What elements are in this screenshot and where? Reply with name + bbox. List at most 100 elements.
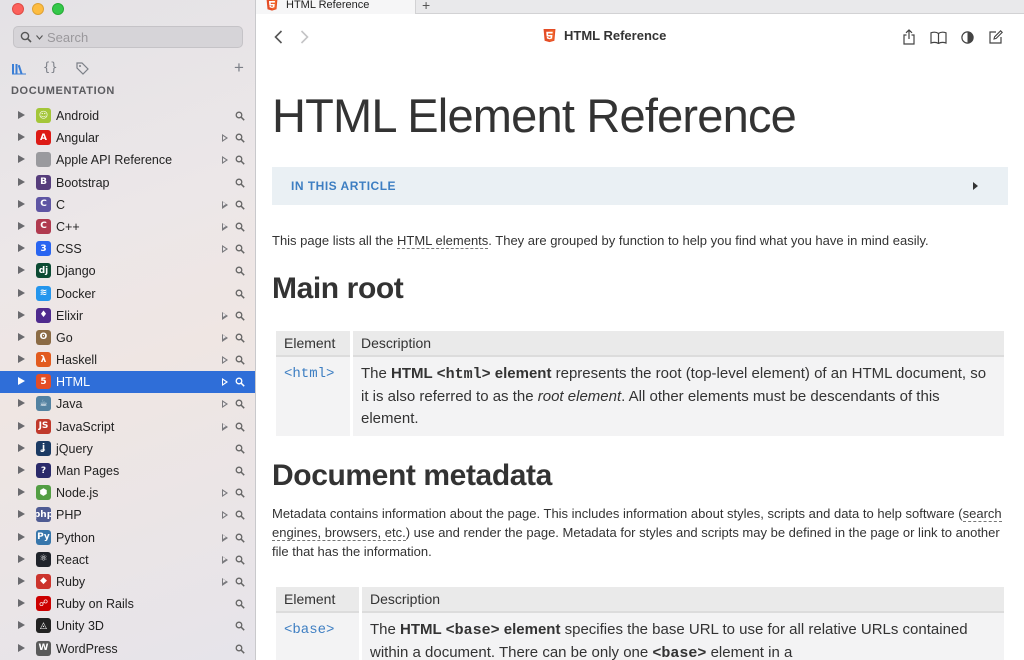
search-in-docset-icon[interactable] bbox=[235, 533, 245, 543]
disclosure-triangle-icon[interactable] bbox=[18, 399, 25, 408]
open-play-icon[interactable] bbox=[222, 200, 228, 209]
disclosure-triangle-icon[interactable] bbox=[18, 332, 25, 341]
sidebar-item-c[interactable]: CC bbox=[0, 194, 255, 216]
sidebar-item-docker[interactable]: ≋ Docker bbox=[0, 283, 255, 305]
disclosure-triangle-icon[interactable] bbox=[18, 133, 25, 142]
search-in-docset-icon[interactable] bbox=[235, 266, 245, 277]
annotate-icon[interactable] bbox=[989, 30, 1003, 44]
open-play-icon[interactable] bbox=[222, 400, 228, 409]
search-in-docset-icon[interactable] bbox=[235, 444, 245, 454]
element-link-base[interactable]: <base> bbox=[276, 613, 359, 660]
disclosure-triangle-icon[interactable] bbox=[18, 554, 25, 563]
sidebar-item-html[interactable]: 5 HTML bbox=[0, 371, 255, 394]
contrast-icon[interactable] bbox=[961, 31, 974, 44]
open-play-icon[interactable] bbox=[222, 378, 228, 387]
search-in-docset-icon[interactable] bbox=[235, 178, 245, 188]
disclosure-triangle-icon[interactable] bbox=[18, 310, 25, 319]
sidebar-item-android[interactable]: ☺ Android bbox=[0, 105, 255, 127]
disclosure-triangle-icon[interactable] bbox=[18, 621, 25, 630]
open-play-icon[interactable] bbox=[222, 134, 228, 143]
disclosure-triangle-icon[interactable] bbox=[18, 199, 25, 208]
open-play-icon[interactable] bbox=[222, 489, 228, 498]
search-in-docset-icon[interactable] bbox=[235, 577, 245, 587]
open-play-icon[interactable] bbox=[222, 356, 228, 365]
disclosure-triangle-icon[interactable] bbox=[18, 532, 25, 541]
new-tab-button[interactable]: + bbox=[422, 0, 430, 13]
search-in-docset-icon[interactable] bbox=[235, 155, 245, 166]
search-in-docset-icon[interactable] bbox=[235, 289, 245, 299]
search-in-docset-icon[interactable] bbox=[235, 466, 245, 476]
open-play-icon[interactable] bbox=[222, 511, 228, 520]
open-play-icon[interactable] bbox=[222, 245, 228, 254]
search-in-docset-icon[interactable] bbox=[235, 377, 245, 387]
sidebar-item-c[interactable]: C C++ bbox=[0, 216, 255, 238]
back-arrow-icon[interactable] bbox=[274, 30, 283, 44]
html-elements-link[interactable]: HTML elements bbox=[397, 233, 489, 249]
snippets-icon[interactable]: {} bbox=[43, 60, 57, 74]
forward-arrow-icon[interactable] bbox=[300, 30, 309, 44]
sidebar-item-angular[interactable]: A Angular bbox=[0, 127, 255, 149]
open-play-icon[interactable] bbox=[222, 555, 228, 564]
sidebar-item-haskell[interactable]: λ Haskell bbox=[0, 349, 255, 371]
search-in-docset-icon[interactable] bbox=[235, 222, 245, 232]
disclosure-triangle-icon[interactable] bbox=[18, 599, 25, 608]
search-in-docset-icon[interactable] bbox=[235, 333, 245, 343]
zoom-window-button[interactable] bbox=[52, 3, 64, 15]
search-in-docset-icon[interactable] bbox=[235, 644, 245, 654]
search-in-docset-icon[interactable] bbox=[235, 555, 245, 565]
sidebar-item-wordpress[interactable]: W WordPress bbox=[0, 638, 255, 660]
close-window-button[interactable] bbox=[12, 3, 24, 15]
book-icon[interactable] bbox=[930, 31, 947, 44]
disclosure-triangle-icon[interactable] bbox=[18, 221, 25, 230]
sidebar-item-css[interactable]: 3 CSS bbox=[0, 238, 255, 260]
search-in-docset-icon[interactable] bbox=[235, 621, 245, 632]
search-input[interactable] bbox=[47, 29, 237, 45]
in-this-article-toggle[interactable]: IN THIS ARTICLE bbox=[272, 167, 1008, 205]
open-play-icon[interactable] bbox=[222, 577, 228, 586]
disclosure-triangle-icon[interactable] bbox=[18, 244, 25, 253]
sidebar-item-unity-3d[interactable]: ◬ Unity 3D bbox=[0, 615, 255, 637]
sidebar-item-react[interactable]: ⚛ React bbox=[0, 549, 255, 571]
sidebar-item-java[interactable]: ☕ Java bbox=[0, 393, 255, 415]
search-in-docset-icon[interactable] bbox=[235, 510, 245, 521]
disclosure-triangle-icon[interactable] bbox=[18, 488, 25, 497]
sidebar-item-man-pages[interactable]: ? Man Pages bbox=[0, 460, 255, 482]
search-in-docset-icon[interactable] bbox=[235, 422, 245, 432]
search-in-docset-icon[interactable] bbox=[235, 244, 245, 254]
sidebar-item-javascript[interactable]: JS JavaScript bbox=[0, 416, 255, 438]
disclosure-triangle-icon[interactable] bbox=[18, 266, 25, 275]
open-play-icon[interactable] bbox=[222, 222, 228, 231]
search-in-docset-icon[interactable] bbox=[235, 133, 245, 143]
tab-html-reference[interactable]: HTML Reference bbox=[256, 0, 416, 14]
disclosure-triangle-icon[interactable] bbox=[18, 155, 25, 164]
open-play-icon[interactable] bbox=[222, 311, 228, 320]
disclosure-triangle-icon[interactable] bbox=[18, 443, 25, 452]
disclosure-triangle-icon[interactable] bbox=[18, 421, 25, 430]
sidebar-item-node-js[interactable]: ⬢ Node.js bbox=[0, 482, 255, 504]
disclosure-triangle-icon[interactable] bbox=[18, 355, 25, 364]
open-play-icon[interactable] bbox=[222, 333, 228, 342]
disclosure-triangle-icon[interactable] bbox=[18, 377, 25, 386]
open-play-icon[interactable] bbox=[222, 533, 228, 542]
sidebar-item-apple-api-reference[interactable]: Apple API Reference bbox=[0, 149, 255, 171]
element-link-html[interactable]: <html> bbox=[276, 357, 350, 436]
document-view[interactable]: HTML Element Reference IN THIS ARTICLE T… bbox=[256, 60, 1024, 660]
disclosure-triangle-icon[interactable] bbox=[18, 288, 25, 297]
sidebar-item-go[interactable]: ʘ Go bbox=[0, 327, 255, 349]
disclosure-triangle-icon[interactable] bbox=[18, 643, 25, 652]
library-icon[interactable] bbox=[12, 63, 26, 75]
search-in-docset-icon[interactable] bbox=[235, 399, 245, 410]
search-in-docset-icon[interactable] bbox=[235, 488, 245, 498]
sidebar-item-bootstrap[interactable]: B Bootstrap bbox=[0, 172, 255, 194]
open-play-icon[interactable] bbox=[222, 422, 228, 431]
search-in-docset-icon[interactable] bbox=[235, 311, 245, 321]
tag-icon[interactable] bbox=[76, 62, 89, 75]
sidebar-item-elixir[interactable]: ♦ Elixir bbox=[0, 305, 255, 327]
search-in-docset-icon[interactable] bbox=[235, 355, 245, 365]
search-in-docset-icon[interactable] bbox=[235, 111, 245, 121]
disclosure-triangle-icon[interactable] bbox=[18, 510, 25, 519]
disclosure-triangle-icon[interactable] bbox=[18, 576, 25, 585]
minimize-window-button[interactable] bbox=[32, 3, 44, 15]
disclosure-triangle-icon[interactable] bbox=[18, 466, 25, 474]
search-in-docset-icon[interactable] bbox=[235, 200, 245, 210]
